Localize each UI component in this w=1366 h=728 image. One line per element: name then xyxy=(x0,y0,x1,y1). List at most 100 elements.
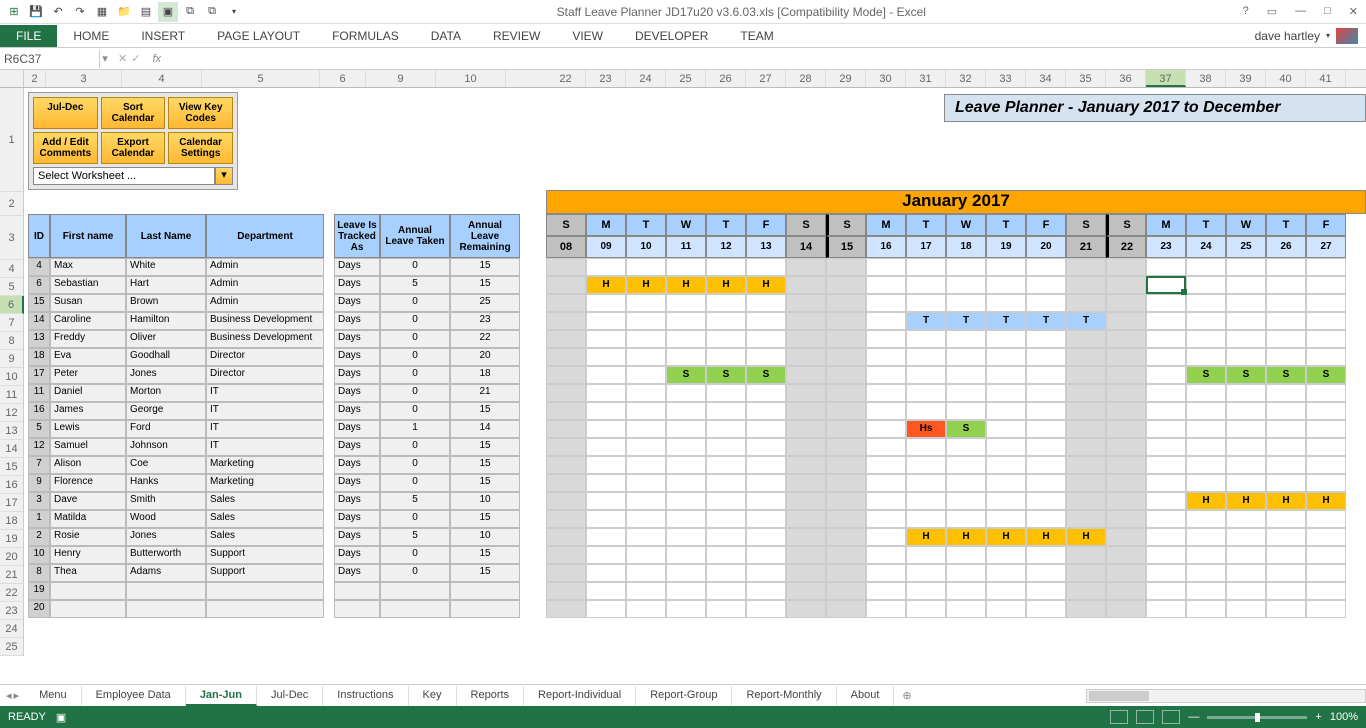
cell-firstname[interactable] xyxy=(50,600,126,618)
cell-lastname[interactable]: Brown xyxy=(126,294,206,312)
cell-leave-taken[interactable]: 5 xyxy=(380,528,450,546)
grid[interactable]: Jul-Dec Sort Calendar View Key Codes Add… xyxy=(24,88,1366,684)
cell-lastname[interactable]: Goodhall xyxy=(126,348,206,366)
sort-calendar-button[interactable]: Sort Calendar xyxy=(101,97,166,129)
row-header[interactable]: 22 xyxy=(0,584,24,602)
row-header[interactable]: 7 xyxy=(0,314,24,332)
calendar-cell[interactable] xyxy=(706,348,746,366)
calendar-cell[interactable] xyxy=(786,600,826,618)
row-header[interactable]: 18 xyxy=(0,512,24,530)
cell-firstname[interactable]: Lewis xyxy=(50,420,126,438)
calendar-cell[interactable] xyxy=(906,564,946,582)
calendar-cell[interactable] xyxy=(1306,402,1346,420)
calendar-cell[interactable]: H xyxy=(1186,492,1226,510)
calendar-cell[interactable] xyxy=(746,582,786,600)
calendar-cell[interactable] xyxy=(666,420,706,438)
calendar-cell[interactable] xyxy=(1266,276,1306,294)
calendar-cell[interactable] xyxy=(1306,456,1346,474)
calendar-cell[interactable] xyxy=(1186,438,1226,456)
add-edit-comments-button[interactable]: Add / Edit Comments xyxy=(33,132,98,164)
calendar-cell[interactable] xyxy=(746,402,786,420)
cancel-formula-icon[interactable]: ✕ xyxy=(118,52,127,65)
calendar-cell[interactable] xyxy=(706,402,746,420)
calendar-cell[interactable] xyxy=(1186,384,1226,402)
cell-department[interactable]: Admin xyxy=(206,276,324,294)
calendar-cell[interactable] xyxy=(586,564,626,582)
tab-prev-icon[interactable]: ◂ xyxy=(6,689,12,702)
cell-id[interactable]: 18 xyxy=(28,348,50,366)
col-header[interactable]: 23 xyxy=(586,70,626,87)
calendar-cell[interactable] xyxy=(986,474,1026,492)
calendar-cell[interactable] xyxy=(746,420,786,438)
cell-leave-taken[interactable]: 1 xyxy=(380,420,450,438)
cell-id[interactable]: 19 xyxy=(28,582,50,600)
sheet-tab-reports[interactable]: Reports xyxy=(457,686,525,706)
calendar-cell[interactable] xyxy=(1026,348,1066,366)
calendar-cell[interactable] xyxy=(1266,348,1306,366)
sheet-tab-jan-jun[interactable]: Jan-Jun xyxy=(186,686,257,706)
calendar-cell[interactable] xyxy=(1026,492,1066,510)
calendar-cell[interactable] xyxy=(1266,564,1306,582)
calendar-cell[interactable] xyxy=(1106,600,1146,618)
cell-department[interactable]: Business Development xyxy=(206,330,324,348)
calendar-cell[interactable] xyxy=(546,258,586,276)
cell-leave-taken[interactable]: 5 xyxy=(380,492,450,510)
calendar-cell[interactable] xyxy=(866,330,906,348)
col-header[interactable]: 35 xyxy=(1066,70,1106,87)
cell-department[interactable]: Sales xyxy=(206,492,324,510)
calendar-cell[interactable] xyxy=(866,600,906,618)
calendar-cell[interactable] xyxy=(1266,582,1306,600)
calendar-cell[interactable]: S xyxy=(1226,366,1266,384)
calendar-cell[interactable] xyxy=(1026,510,1066,528)
cell-firstname[interactable]: Max xyxy=(50,258,126,276)
calendar-cell[interactable] xyxy=(1306,600,1346,618)
calendar-cell[interactable] xyxy=(586,438,626,456)
calendar-cell[interactable] xyxy=(1226,564,1266,582)
cell-leave-remaining[interactable]: 14 xyxy=(450,420,520,438)
calendar-cell[interactable] xyxy=(1066,276,1106,294)
calendar-cell[interactable] xyxy=(746,330,786,348)
sheet-tab-report-group[interactable]: Report-Group xyxy=(636,686,732,706)
name-box-dropdown-icon[interactable]: ▾ xyxy=(100,52,110,65)
calendar-cell[interactable] xyxy=(666,438,706,456)
row-header[interactable]: 3 xyxy=(0,216,24,260)
redo-icon[interactable]: ↷ xyxy=(70,2,90,22)
cell-leave-taken[interactable]: 0 xyxy=(380,546,450,564)
calendar-cell[interactable] xyxy=(746,546,786,564)
calendar-cell[interactable] xyxy=(786,348,826,366)
col-header[interactable]: 37 xyxy=(1146,70,1186,87)
col-header[interactable]: 33 xyxy=(986,70,1026,87)
calendar-cell[interactable] xyxy=(746,492,786,510)
calendar-cell[interactable] xyxy=(626,294,666,312)
calendar-cell[interactable] xyxy=(1066,492,1106,510)
calendar-cell[interactable] xyxy=(1066,330,1106,348)
select-worksheet-input[interactable]: Select Worksheet ... xyxy=(33,167,215,185)
calendar-cell[interactable] xyxy=(1026,420,1066,438)
calendar-cell[interactable] xyxy=(626,582,666,600)
col-header[interactable]: 28 xyxy=(786,70,826,87)
calendar-cell[interactable] xyxy=(1266,384,1306,402)
col-header[interactable]: 5 xyxy=(202,70,320,87)
calendar-cell[interactable] xyxy=(666,582,706,600)
calendar-cell[interactable]: H xyxy=(1066,528,1106,546)
col-header[interactable]: 26 xyxy=(706,70,746,87)
calendar-cell[interactable] xyxy=(586,474,626,492)
col-header[interactable]: 39 xyxy=(1226,70,1266,87)
ribbon-tab-home[interactable]: HOME xyxy=(57,25,125,47)
calendar-cell[interactable] xyxy=(1306,420,1346,438)
row-header[interactable]: 11 xyxy=(0,386,24,404)
calendar-cell[interactable] xyxy=(826,420,866,438)
calendar-cell[interactable] xyxy=(946,366,986,384)
calendar-cell[interactable] xyxy=(786,492,826,510)
calendar-cell[interactable] xyxy=(1146,528,1186,546)
macro-record-icon[interactable]: ▣ xyxy=(56,711,66,724)
cell-department[interactable]: IT xyxy=(206,384,324,402)
qat-icon-3[interactable]: ▤ xyxy=(136,2,156,22)
calendar-cell[interactable] xyxy=(626,456,666,474)
calendar-cell[interactable] xyxy=(986,582,1026,600)
cell-leave-taken[interactable]: 0 xyxy=(380,312,450,330)
calendar-cell[interactable]: H xyxy=(986,528,1026,546)
cell-lastname[interactable]: Oliver xyxy=(126,330,206,348)
cell-lastname[interactable]: Morton xyxy=(126,384,206,402)
calendar-cell[interactable] xyxy=(1106,312,1146,330)
